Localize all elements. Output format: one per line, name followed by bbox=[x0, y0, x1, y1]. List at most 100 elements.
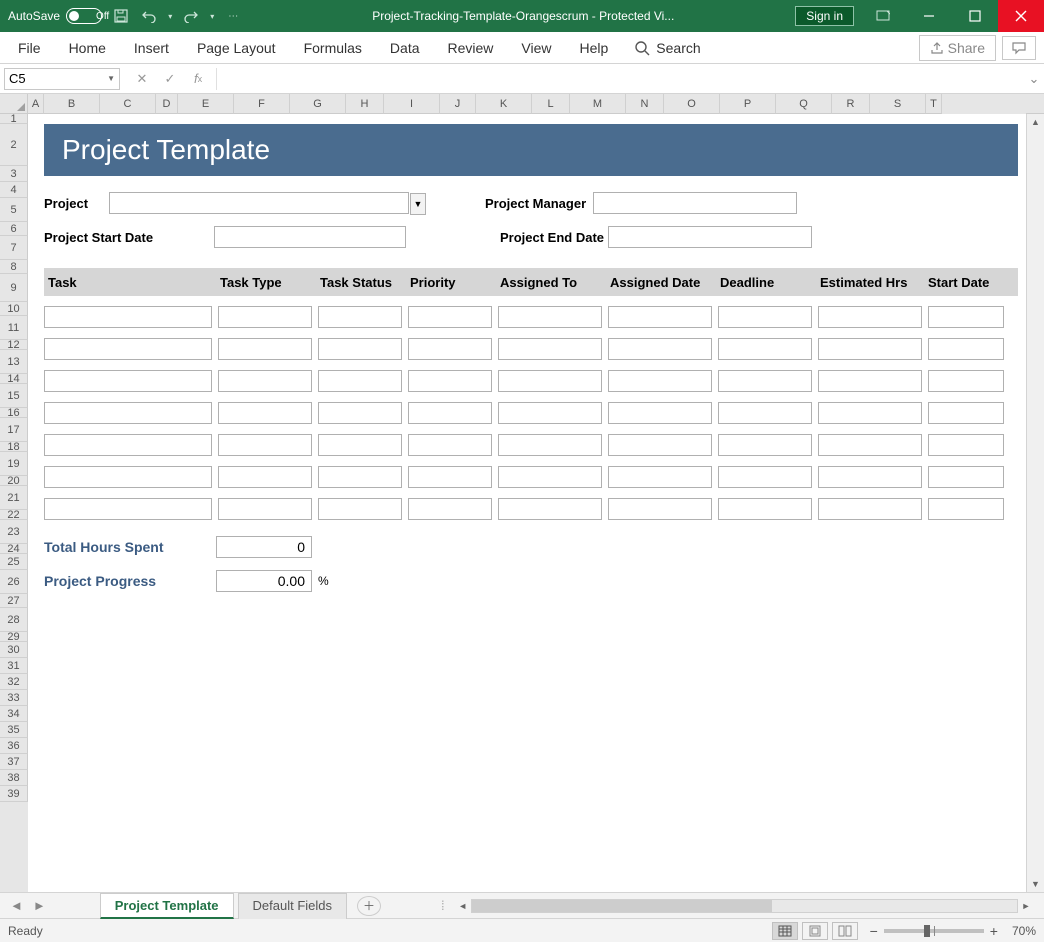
table-cell[interactable] bbox=[818, 338, 922, 360]
cancel-formula-icon[interactable]: ✕ bbox=[128, 68, 156, 90]
table-cell[interactable] bbox=[928, 306, 1004, 328]
column-header[interactable]: G bbox=[290, 94, 346, 114]
table-cell[interactable] bbox=[218, 402, 312, 424]
value-total-hours[interactable]: 0 bbox=[216, 536, 312, 558]
minimize-button[interactable] bbox=[906, 0, 952, 32]
row-header[interactable]: 16 bbox=[0, 408, 28, 418]
table-cell[interactable] bbox=[318, 338, 402, 360]
row-header[interactable]: 27 bbox=[0, 594, 28, 608]
ribbon-tab-review[interactable]: Review bbox=[434, 34, 508, 62]
table-cell[interactable] bbox=[608, 338, 712, 360]
table-cell[interactable] bbox=[218, 498, 312, 520]
undo-dropdown-icon[interactable]: ▾ bbox=[165, 4, 175, 28]
table-cell[interactable] bbox=[928, 466, 1004, 488]
table-cell[interactable] bbox=[718, 466, 812, 488]
table-cell[interactable] bbox=[928, 370, 1004, 392]
row-header[interactable]: 35 bbox=[0, 722, 28, 738]
qat-customize-icon[interactable]: ⋯ bbox=[221, 4, 245, 28]
column-header[interactable]: I bbox=[384, 94, 440, 114]
page-break-view-button[interactable] bbox=[832, 922, 858, 940]
table-cell[interactable] bbox=[928, 402, 1004, 424]
table-cell[interactable] bbox=[608, 434, 712, 456]
table-cell[interactable] bbox=[44, 306, 212, 328]
tell-me-search[interactable]: Search bbox=[634, 40, 700, 56]
table-cell[interactable] bbox=[608, 370, 712, 392]
table-cell[interactable] bbox=[498, 402, 602, 424]
close-button[interactable] bbox=[998, 0, 1044, 32]
table-cell[interactable] bbox=[318, 402, 402, 424]
redo-icon[interactable] bbox=[179, 4, 203, 28]
table-cell[interactable] bbox=[44, 402, 212, 424]
table-cell[interactable] bbox=[408, 434, 492, 456]
row-header[interactable]: 5 bbox=[0, 198, 28, 222]
hscroll-right-icon[interactable]: ► bbox=[1018, 901, 1034, 911]
row-header[interactable]: 1 bbox=[0, 114, 28, 124]
row-header[interactable]: 2 bbox=[0, 124, 28, 166]
table-cell[interactable] bbox=[718, 306, 812, 328]
table-cell[interactable] bbox=[498, 498, 602, 520]
row-header[interactable]: 24 bbox=[0, 544, 28, 554]
save-icon[interactable] bbox=[109, 4, 133, 28]
formula-input[interactable] bbox=[217, 68, 1024, 90]
table-cell[interactable] bbox=[318, 370, 402, 392]
table-cell[interactable] bbox=[818, 370, 922, 392]
table-cell[interactable] bbox=[718, 434, 812, 456]
table-cell[interactable] bbox=[718, 370, 812, 392]
table-cell[interactable] bbox=[498, 434, 602, 456]
column-header[interactable]: M bbox=[570, 94, 626, 114]
zoom-slider[interactable] bbox=[884, 929, 984, 933]
column-header[interactable]: Q bbox=[776, 94, 832, 114]
row-header[interactable]: 18 bbox=[0, 442, 28, 452]
page-layout-view-button[interactable] bbox=[802, 922, 828, 940]
row-header[interactable]: 33 bbox=[0, 690, 28, 706]
row-header[interactable]: 7 bbox=[0, 236, 28, 260]
normal-view-button[interactable] bbox=[772, 922, 798, 940]
row-header[interactable]: 26 bbox=[0, 570, 28, 594]
row-header[interactable]: 17 bbox=[0, 418, 28, 442]
ribbon-tab-data[interactable]: Data bbox=[376, 34, 434, 62]
row-header[interactable]: 9 bbox=[0, 274, 28, 302]
row-header[interactable]: 29 bbox=[0, 632, 28, 642]
table-cell[interactable] bbox=[818, 434, 922, 456]
row-header[interactable]: 13 bbox=[0, 350, 28, 374]
row-header[interactable]: 10 bbox=[0, 302, 28, 316]
table-cell[interactable] bbox=[318, 466, 402, 488]
column-header[interactable]: K bbox=[476, 94, 532, 114]
row-header[interactable]: 30 bbox=[0, 642, 28, 658]
table-cell[interactable] bbox=[44, 434, 212, 456]
horizontal-scrollbar[interactable]: ◄ ► bbox=[455, 899, 1034, 913]
column-header[interactable]: D bbox=[156, 94, 178, 114]
table-cell[interactable] bbox=[718, 338, 812, 360]
row-header[interactable]: 32 bbox=[0, 674, 28, 690]
table-cell[interactable] bbox=[818, 466, 922, 488]
ribbon-tab-home[interactable]: Home bbox=[55, 34, 120, 62]
table-cell[interactable] bbox=[498, 466, 602, 488]
ribbon-tab-help[interactable]: Help bbox=[566, 34, 623, 62]
row-header[interactable]: 15 bbox=[0, 384, 28, 408]
ribbon-tab-insert[interactable]: Insert bbox=[120, 34, 183, 62]
table-cell[interactable] bbox=[44, 370, 212, 392]
column-header[interactable]: A bbox=[28, 94, 44, 114]
column-header[interactable]: N bbox=[626, 94, 664, 114]
maximize-button[interactable] bbox=[952, 0, 998, 32]
column-header[interactable]: B bbox=[44, 94, 100, 114]
table-cell[interactable] bbox=[608, 466, 712, 488]
column-header[interactable]: L bbox=[532, 94, 570, 114]
table-cell[interactable] bbox=[218, 306, 312, 328]
row-header[interactable]: 21 bbox=[0, 486, 28, 510]
input-project-end[interactable] bbox=[608, 226, 812, 248]
row-header[interactable]: 38 bbox=[0, 770, 28, 786]
table-cell[interactable] bbox=[408, 338, 492, 360]
input-project-start[interactable] bbox=[214, 226, 406, 248]
expand-formula-bar-icon[interactable]: ⌄ bbox=[1024, 71, 1044, 87]
ribbon-tab-file[interactable]: File bbox=[4, 34, 55, 62]
vertical-scrollbar[interactable]: ▲ ▼ bbox=[1026, 114, 1044, 892]
table-cell[interactable] bbox=[718, 402, 812, 424]
row-header[interactable]: 3 bbox=[0, 166, 28, 182]
row-header[interactable]: 14 bbox=[0, 374, 28, 384]
row-header[interactable]: 23 bbox=[0, 520, 28, 544]
zoom-level[interactable]: 70% bbox=[1012, 924, 1036, 938]
sheet-tab-project-template[interactable]: Project Template bbox=[100, 893, 234, 919]
row-header[interactable]: 28 bbox=[0, 608, 28, 632]
table-cell[interactable] bbox=[818, 402, 922, 424]
